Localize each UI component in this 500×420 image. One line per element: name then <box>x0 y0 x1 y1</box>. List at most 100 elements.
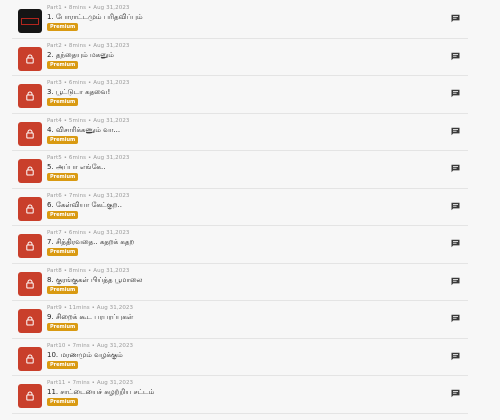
episode-meta: Part4 • 5mins • Aug 31,2023 <box>47 118 130 124</box>
locked-episode-thumbnail[interactable] <box>18 84 42 108</box>
meta-separator: • <box>89 305 97 311</box>
episode-duration: 5mins <box>68 117 87 124</box>
lock-icon <box>26 391 34 401</box>
episode-row[interactable]: Part9 • 11mins • Aug 31,2023 9. சிறைக் கூ… <box>12 301 468 339</box>
episode-row[interactable]: Part5 • 6mins • Aug 31,2023 5. அப்பா எங்க… <box>12 151 468 189</box>
episode-duration: 6mins <box>68 80 87 86</box>
episode-part: Part9 <box>47 305 62 311</box>
premium-badge: Premium <box>47 323 79 331</box>
premium-badge: Premium <box>47 23 79 31</box>
locked-episode-thumbnail[interactable] <box>18 384 42 408</box>
comment-icon[interactable] <box>451 14 460 23</box>
episode-part: Part1 <box>47 5 62 11</box>
locked-episode-thumbnail[interactable] <box>18 234 42 258</box>
episode-date: Aug 31,2023 <box>93 117 130 124</box>
episode-part: Part3 <box>47 80 62 86</box>
locked-episode-thumbnail[interactable] <box>18 121 42 146</box>
comment-icon[interactable] <box>451 127 460 136</box>
episode-title[interactable]: 2. தந்தையும் மகனும் <box>47 51 114 60</box>
locked-episode-thumbnail[interactable] <box>18 196 42 221</box>
episode-title[interactable]: 5. அப்பா எங்கே.. <box>47 163 105 172</box>
episode-duration: 11mins <box>68 305 90 311</box>
episode-part: Part5 <box>47 155 62 161</box>
locked-episode-thumbnail[interactable] <box>18 271 42 296</box>
comment-icon[interactable] <box>451 277 460 286</box>
episode-part: Part2 <box>47 42 62 49</box>
meta-separator: • <box>65 342 73 349</box>
premium-badge: Premium <box>47 135 79 144</box>
lock-icon <box>26 316 34 326</box>
episode-part: Part10 <box>47 342 66 349</box>
episode-title[interactable]: 3. பூட்டுடா கதவை! <box>47 88 110 97</box>
lock-icon <box>26 279 34 289</box>
lock-icon <box>26 91 34 101</box>
episode-date: Aug 31,2023 <box>93 80 130 86</box>
locked-episode-thumbnail[interactable] <box>18 346 42 371</box>
lock-icon <box>26 129 34 139</box>
episode-meta: Part5 • 6mins • Aug 31,2023 <box>47 155 130 161</box>
comment-icon[interactable] <box>451 314 460 323</box>
locked-episode-thumbnail[interactable] <box>18 46 42 71</box>
meta-separator: • <box>61 80 69 86</box>
meta-separator: • <box>89 380 97 386</box>
episode-title[interactable]: 1. போராட்டமும் பரிதவிப்பும் <box>47 13 143 22</box>
episode-title[interactable]: 4. விசாரிக்கணும் வா... <box>47 126 120 135</box>
comment-icon[interactable] <box>451 239 460 248</box>
episode-part: Part7 <box>47 230 62 236</box>
episode-row[interactable]: Part6 • 7mins • Aug 31,2023 6. கேள்வியா க… <box>12 189 468 226</box>
meta-separator: • <box>61 192 69 199</box>
episode-duration: 7mins <box>72 380 90 386</box>
episode-part: Part4 <box>47 117 62 124</box>
episode-title[interactable]: 9. சிறைக் கூட பரபரப்புகள் <box>47 313 133 322</box>
comment-icon[interactable] <box>451 89 460 98</box>
premium-badge: Premium <box>47 360 79 369</box>
comment-icon[interactable] <box>451 164 460 173</box>
meta-separator: • <box>61 267 69 274</box>
meta-separator: • <box>61 305 69 311</box>
episode-row[interactable]: Part8 • 8mins • Aug 31,2023 8. குரங்குகள்… <box>12 264 468 301</box>
premium-badge: Premium <box>47 248 79 256</box>
episode-date: Aug 31,2023 <box>96 305 134 311</box>
comment-icon[interactable] <box>451 352 460 361</box>
comment-icon[interactable] <box>451 52 460 61</box>
episode-meta: Part7 • 6mins • Aug 31,2023 <box>47 230 130 236</box>
episode-meta: Part9 • 11mins • Aug 31,2023 <box>47 305 133 311</box>
comment-icon[interactable] <box>451 389 460 398</box>
episode-title[interactable]: 8. குரங்குகள் பிய்த்த பூமாலை <box>47 276 142 285</box>
episode-row[interactable]: Part4 • 5mins • Aug 31,2023 4. விசாரிக்கண… <box>12 114 468 151</box>
episode-title[interactable]: 11. சாட்டையைச் சுழற்றிய சட்டம் <box>47 388 154 397</box>
locked-episode-thumbnail[interactable] <box>18 159 42 183</box>
episode-row[interactable]: Part7 • 6mins • Aug 31,2023 7. சித்திரவதை… <box>12 226 468 264</box>
episode-title[interactable]: 6. கேள்வியா கேட்குற.. <box>47 201 122 210</box>
episode-duration: 8mins <box>68 267 87 274</box>
episode-meta: Part10 • 7mins • Aug 31,2023 <box>47 343 133 349</box>
episode-duration: 8mins <box>68 42 87 49</box>
episode-row[interactable]: Part11 • 7mins • Aug 31,2023 11. சாட்டையை… <box>12 376 468 414</box>
episode-cover-thumbnail[interactable] <box>18 9 42 33</box>
episode-date: Aug 31,2023 <box>93 5 130 11</box>
episode-title[interactable]: 10. மரணமும் வழக்கும் <box>47 351 123 360</box>
episode-title[interactable]: 7. சித்திரவதை.. கதறக் கதற <box>47 238 134 247</box>
locked-episode-thumbnail[interactable] <box>18 309 42 333</box>
meta-separator: • <box>61 230 69 236</box>
episode-row[interactable]: Part1 • 8mins • Aug 31,2023 1. போராட்டமும… <box>12 1 468 39</box>
comment-icon[interactable] <box>451 202 460 211</box>
premium-badge: Premium <box>47 98 79 106</box>
meta-separator: • <box>61 117 69 124</box>
episode-row[interactable]: Part2 • 8mins • Aug 31,2023 2. தந்தையும் … <box>12 39 468 76</box>
episode-duration: 8mins <box>68 5 87 11</box>
episode-meta: Part1 • 8mins • Aug 31,2023 <box>47 5 130 11</box>
episode-date: Aug 31,2023 <box>93 155 130 161</box>
episode-row[interactable]: Part10 • 7mins • Aug 31,2023 10. மரணமும் … <box>12 339 468 376</box>
premium-badge: Premium <box>47 398 79 406</box>
lock-icon <box>26 241 34 251</box>
lock-icon <box>26 204 34 214</box>
episode-row[interactable]: Part3 • 6mins • Aug 31,2023 3. பூட்டுடா க… <box>12 76 468 114</box>
episode-duration: 6mins <box>68 155 87 161</box>
episode-meta: Part3 • 6mins • Aug 31,2023 <box>47 80 130 86</box>
episode-date: Aug 31,2023 <box>96 380 134 386</box>
episode-meta: Part8 • 8mins • Aug 31,2023 <box>47 268 130 274</box>
premium-badge: Premium <box>47 173 79 181</box>
episode-date: Aug 31,2023 <box>93 42 130 49</box>
lock-icon <box>26 54 34 64</box>
